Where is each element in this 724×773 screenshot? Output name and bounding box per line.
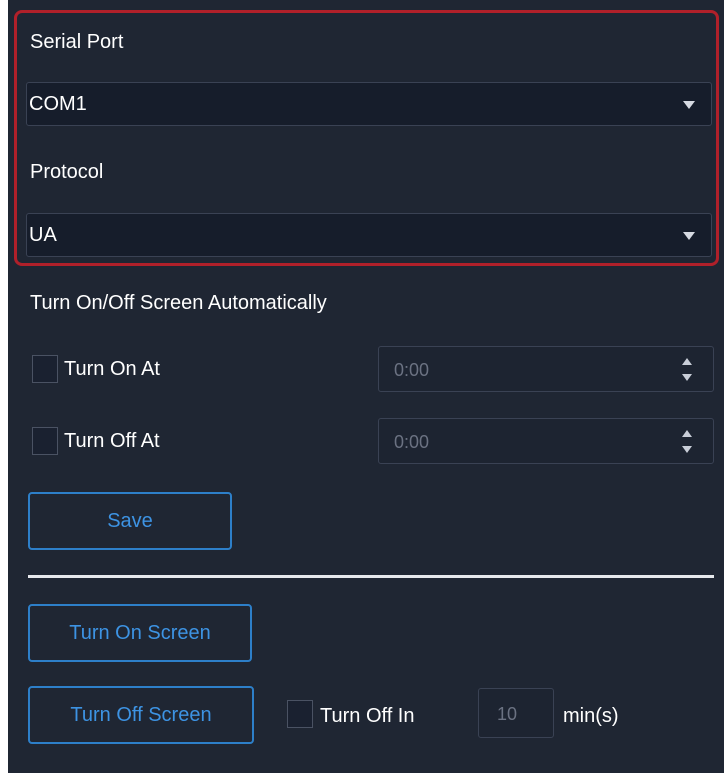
turn-off-screen-button[interactable]: Turn Off Screen [28, 686, 254, 744]
turn-off-time-input[interactable]: 0:00 [378, 418, 714, 464]
turn-on-at-checkbox[interactable] [32, 355, 58, 383]
serial-port-select[interactable]: COM1 [26, 82, 712, 126]
protocol-select[interactable]: UA [26, 213, 712, 257]
chevron-down-icon [683, 101, 695, 109]
turn-on-screen-button[interactable]: Turn On Screen [28, 604, 252, 662]
turn-off-in-minutes-input[interactable]: 10 [478, 688, 554, 738]
spin-up-icon[interactable] [682, 358, 692, 365]
serial-port-label: Serial Port [30, 31, 124, 53]
save-button[interactable]: Save [28, 492, 232, 550]
turn-off-time-value: 0:00 [394, 432, 430, 452]
turn-off-in-label: Turn Off In [320, 705, 415, 727]
serial-port-value: COM1 [29, 93, 87, 115]
section-divider [28, 575, 714, 578]
protocol-label: Protocol [30, 161, 104, 183]
spin-down-icon[interactable] [682, 446, 692, 453]
spin-down-icon[interactable] [682, 374, 692, 381]
turn-off-at-label: Turn Off At [64, 430, 160, 452]
turn-off-at-checkbox[interactable] [32, 427, 58, 455]
turn-on-time-value: 0:00 [394, 360, 430, 380]
turn-on-time-input[interactable]: 0:00 [378, 346, 714, 392]
auto-screen-heading: Turn On/Off Screen Automatically [30, 292, 327, 314]
chevron-down-icon [683, 232, 695, 240]
protocol-value: UA [29, 224, 57, 246]
turn-off-in-checkbox[interactable] [287, 700, 313, 728]
turn-off-in-minutes-value: 10 [497, 704, 518, 724]
minutes-unit-label: min(s) [563, 705, 619, 727]
turn-on-at-label: Turn On At [64, 358, 160, 380]
spin-up-icon[interactable] [682, 430, 692, 437]
